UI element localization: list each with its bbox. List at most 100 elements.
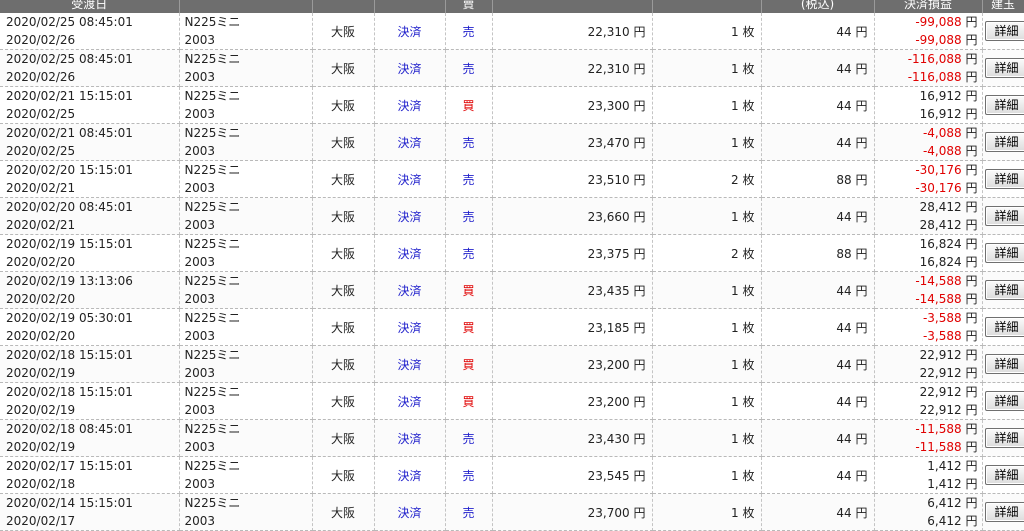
detail-button[interactable]: 詳細 <box>985 354 1024 374</box>
quantity-unit: 枚 <box>742 469 754 483</box>
profit-loss-cell: 16,824 円 16,824 円 <box>874 235 982 272</box>
profit-loss-total: 16,912 <box>920 107 962 121</box>
side-cell: 買 <box>445 309 492 346</box>
symbol-name: N225ミニ <box>185 161 308 179</box>
quantity-value: 1 <box>731 469 739 483</box>
profit-loss-total-unit: 円 <box>965 144 977 158</box>
quantity-unit: 枚 <box>742 432 754 446</box>
price-cell: 23,185 円 <box>492 309 652 346</box>
header-fee: (税込) <box>761 0 874 13</box>
profit-loss-unit: 円 <box>965 52 977 66</box>
symbol-name: N225ミニ <box>185 13 308 31</box>
detail-button[interactable]: 詳細 <box>985 206 1024 226</box>
contract-month: 2003 <box>185 290 308 308</box>
delivery-date: 2020/02/25 <box>6 105 175 123</box>
profit-loss-value: -116,088 <box>908 52 962 66</box>
contract-month: 2003 <box>185 253 308 271</box>
quantity-value: 1 <box>731 99 739 113</box>
header-price <box>492 0 652 13</box>
delivery-date: 2020/02/21 <box>6 179 175 197</box>
profit-loss-total-unit: 円 <box>965 366 977 380</box>
table-row: 2020/02/25 08:45:01 2020/02/26 N225ミニ 20… <box>0 50 1024 87</box>
profit-loss-cell: -30,176 円 -30,176 円 <box>874 161 982 198</box>
table-header: 受渡日 賣 (税込) 決済損益 建玉 <box>0 0 1024 13</box>
detail-button[interactable]: 詳細 <box>985 317 1024 337</box>
profit-loss-cell: -116,088 円 -116,088 円 <box>874 50 982 87</box>
detail-button[interactable]: 詳細 <box>985 243 1024 263</box>
date-cell: 2020/02/19 13:13:06 2020/02/20 <box>0 272 179 309</box>
price-unit: 円 <box>633 210 645 224</box>
detail-cell: 詳細 <box>982 272 1024 309</box>
contract-month: 2003 <box>185 512 308 530</box>
quantity-unit: 枚 <box>742 136 754 150</box>
symbol-cell: N225ミニ 2003 <box>179 13 312 50</box>
quantity-unit: 枚 <box>742 358 754 372</box>
detail-button[interactable]: 詳細 <box>985 58 1024 78</box>
profit-loss-total: 16,824 <box>920 255 962 269</box>
fee-unit: 円 <box>855 432 867 446</box>
profit-loss-value: 16,824 <box>920 237 962 251</box>
fee-cell: 44 円 <box>761 272 874 309</box>
price-value: 23,200 <box>588 358 630 372</box>
fee-cell: 44 円 <box>761 383 874 420</box>
symbol-cell: N225ミニ 2003 <box>179 346 312 383</box>
quantity-cell: 1 枚 <box>652 309 761 346</box>
profit-loss-total: 28,412 <box>920 218 962 232</box>
execution-datetime: 2020/02/25 08:45:01 <box>6 50 175 68</box>
execution-datetime: 2020/02/20 08:45:01 <box>6 198 175 216</box>
profit-loss-value: -99,088 <box>915 15 961 29</box>
fee-unit: 円 <box>855 395 867 409</box>
trade-type-cell: 決済 <box>374 235 445 272</box>
delivery-date: 2020/02/20 <box>6 290 175 308</box>
fee-value: 88 <box>836 173 851 187</box>
trade-type-cell: 決済 <box>374 420 445 457</box>
quantity-value: 1 <box>731 62 739 76</box>
fee-unit: 円 <box>855 358 867 372</box>
price-cell: 23,470 円 <box>492 124 652 161</box>
profit-loss-cell: 16,912 円 16,912 円 <box>874 87 982 124</box>
profit-loss-cell: -99,088 円 -99,088 円 <box>874 13 982 50</box>
header-quantity <box>652 0 761 13</box>
fee-unit: 円 <box>855 173 867 187</box>
detail-button[interactable]: 詳細 <box>985 502 1024 522</box>
detail-button[interactable]: 詳細 <box>985 428 1024 448</box>
fee-value: 44 <box>836 358 851 372</box>
execution-datetime: 2020/02/19 05:30:01 <box>6 309 175 327</box>
symbol-name: N225ミニ <box>185 457 308 475</box>
quantity-cell: 2 枚 <box>652 161 761 198</box>
price-value: 22,310 <box>588 25 630 39</box>
quantity-cell: 1 枚 <box>652 272 761 309</box>
fee-cell: 44 円 <box>761 124 874 161</box>
contract-month: 2003 <box>185 475 308 493</box>
table-row: 2020/02/18 15:15:01 2020/02/19 N225ミニ 20… <box>0 383 1024 420</box>
detail-cell: 詳細 <box>982 87 1024 124</box>
fee-cell: 44 円 <box>761 346 874 383</box>
price-value: 23,200 <box>588 395 630 409</box>
header-detail: 建玉 <box>982 0 1024 13</box>
price-value: 23,545 <box>588 469 630 483</box>
market-cell: 大阪 <box>312 235 374 272</box>
side-cell: 売 <box>445 420 492 457</box>
quantity-cell: 1 枚 <box>652 346 761 383</box>
execution-datetime: 2020/02/17 15:15:01 <box>6 457 175 475</box>
quantity-value: 1 <box>731 321 739 335</box>
profit-loss-cell: -4,088 円 -4,088 円 <box>874 124 982 161</box>
detail-button[interactable]: 詳細 <box>985 465 1024 485</box>
detail-button[interactable]: 詳細 <box>985 280 1024 300</box>
fee-value: 88 <box>836 247 851 261</box>
detail-button[interactable]: 詳細 <box>985 169 1024 189</box>
contract-month: 2003 <box>185 105 308 123</box>
quantity-value: 1 <box>731 358 739 372</box>
symbol-cell: N225ミニ 2003 <box>179 161 312 198</box>
table-row: 2020/02/19 05:30:01 2020/02/20 N225ミニ 20… <box>0 309 1024 346</box>
price-unit: 円 <box>633 136 645 150</box>
table-row: 2020/02/14 15:15:01 2020/02/17 N225ミニ 20… <box>0 494 1024 531</box>
price-value: 23,435 <box>588 284 630 298</box>
profit-loss-unit: 円 <box>965 237 977 251</box>
detail-button[interactable]: 詳細 <box>985 391 1024 411</box>
detail-button[interactable]: 詳細 <box>985 95 1024 115</box>
detail-button[interactable]: 詳細 <box>985 21 1024 41</box>
profit-loss-unit: 円 <box>965 385 977 399</box>
header-trade-type <box>374 0 445 13</box>
detail-button[interactable]: 詳細 <box>985 132 1024 152</box>
